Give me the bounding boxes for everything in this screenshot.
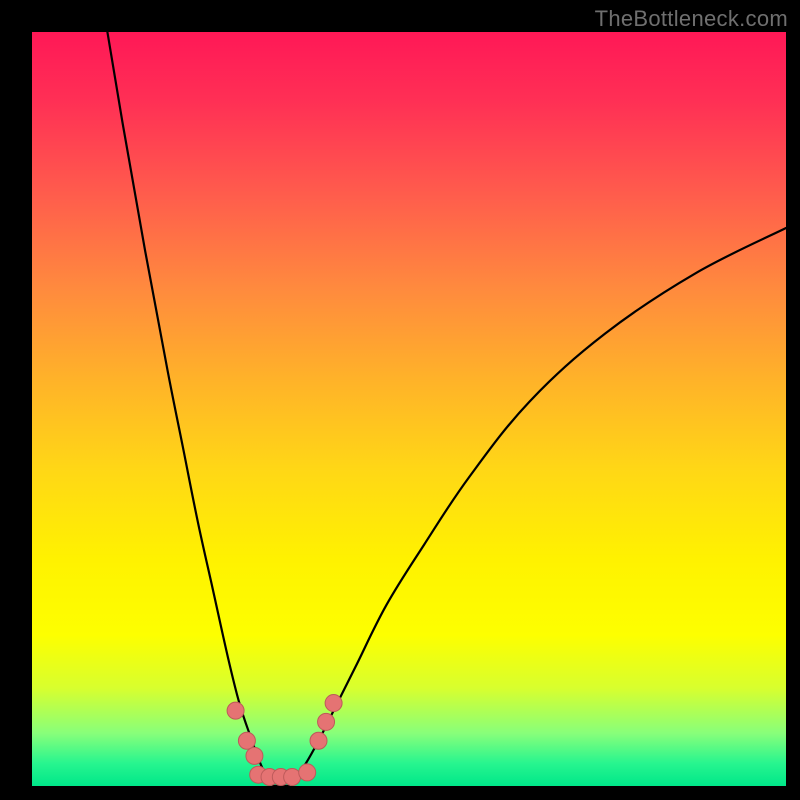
- chart-frame: TheBottleneck.com: [0, 0, 800, 800]
- curve-left-curve: [107, 32, 273, 786]
- marker-point: [284, 768, 301, 785]
- marker-point: [238, 732, 255, 749]
- marker-point: [299, 764, 316, 781]
- marker-point: [246, 747, 263, 764]
- bottleneck-curve: [32, 32, 786, 786]
- marker-point: [227, 702, 244, 719]
- curve-right-curve: [288, 228, 786, 786]
- marker-point: [318, 713, 335, 730]
- plot-area: [32, 32, 786, 786]
- marker-point: [325, 695, 342, 712]
- watermark-text: TheBottleneck.com: [595, 6, 788, 32]
- marker-point: [310, 732, 327, 749]
